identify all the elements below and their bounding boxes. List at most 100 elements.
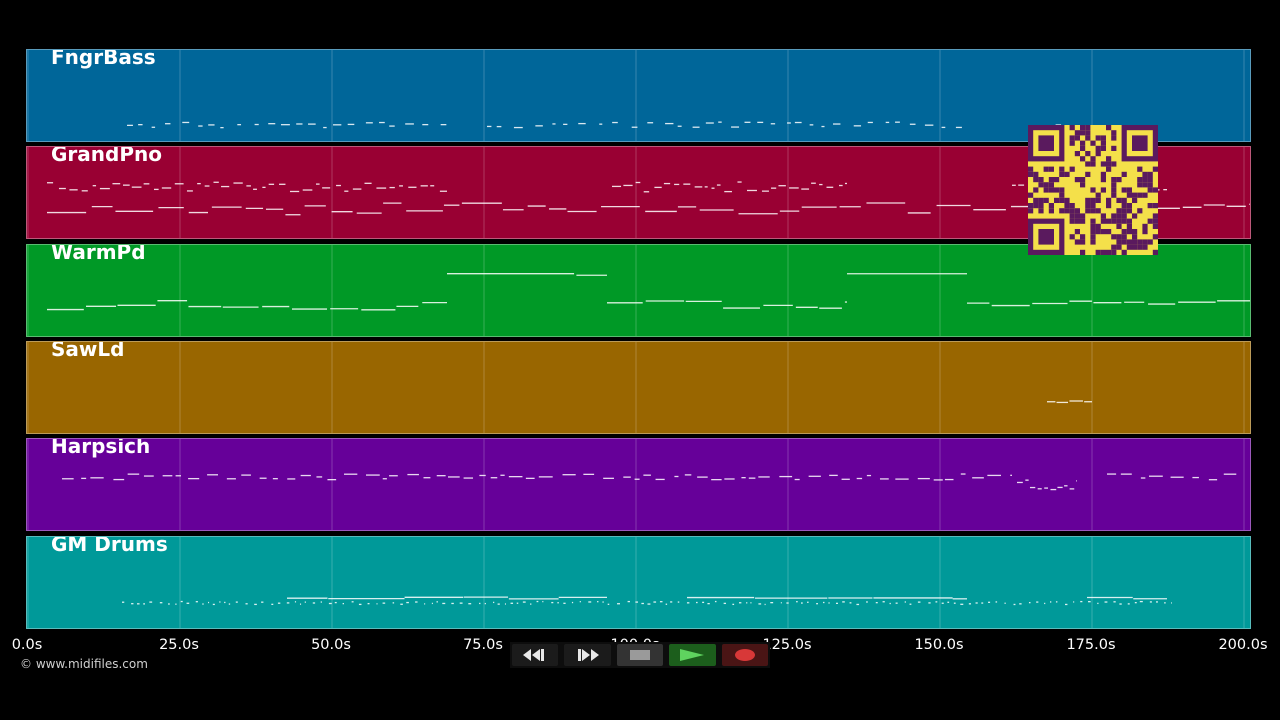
qr-module [1121, 249, 1127, 255]
qr-module [1090, 187, 1096, 193]
qr-module [1059, 187, 1065, 193]
qr-module [1111, 135, 1117, 141]
qr-module [1080, 218, 1086, 224]
qr-module [1106, 125, 1112, 131]
qr-module [1085, 203, 1091, 209]
track-label: SawLd [51, 341, 125, 361]
qr-module [1132, 229, 1138, 235]
qr-module [1106, 161, 1112, 167]
qr-module [1126, 229, 1132, 235]
qr-module [1106, 166, 1112, 172]
qr-module [1054, 177, 1060, 183]
time-tick-label: 200.0s [1218, 637, 1268, 653]
qr-module [1106, 229, 1112, 235]
qr-module [1038, 182, 1044, 188]
qr-module [1142, 239, 1148, 245]
qr-module [1121, 171, 1127, 177]
qr-module [1074, 151, 1080, 157]
qr-module [1064, 171, 1070, 177]
qr-module [1028, 192, 1034, 198]
qr-code[interactable] [1028, 125, 1158, 255]
qr-module [1074, 239, 1080, 245]
qr-module [1054, 187, 1060, 193]
qr-module [1142, 192, 1148, 198]
rewind-button[interactable] [512, 644, 559, 666]
record-button[interactable] [721, 644, 769, 666]
qr-module [1147, 182, 1153, 188]
qr-module [1043, 182, 1049, 188]
qr-module [1059, 171, 1065, 177]
qr-module [1100, 171, 1106, 177]
qr-module [1132, 239, 1138, 245]
qr-module [1085, 125, 1091, 131]
qr-module [1100, 161, 1106, 167]
qr-module [1033, 197, 1039, 203]
qr-module [1038, 229, 1054, 245]
track-sawld: SawLd [26, 341, 1251, 434]
qr-module [1152, 218, 1158, 224]
time-tick-label: 50.0s [311, 637, 351, 653]
qr-module [1085, 171, 1091, 177]
qr-module [1069, 203, 1075, 209]
qr-module [1111, 213, 1117, 219]
time-tick-label: 0.0s [11, 637, 43, 653]
qr-module [1095, 197, 1101, 203]
qr-module [1111, 145, 1117, 151]
fast-forward-button[interactable] [564, 644, 611, 666]
qr-module [1095, 135, 1101, 141]
qr-module [1038, 177, 1044, 183]
fast-forward-icon [577, 649, 599, 661]
qr-module [1090, 223, 1096, 229]
qr-module [1152, 187, 1158, 193]
qr-module [1074, 208, 1080, 214]
qr-module [1147, 177, 1153, 183]
qr-module [1100, 177, 1106, 183]
qr-module [1085, 161, 1091, 167]
qr-module [1116, 197, 1122, 203]
qr-module [1095, 192, 1101, 198]
qr-module [1080, 156, 1086, 162]
qr-module [1095, 229, 1101, 235]
qr-module [1121, 197, 1127, 203]
qr-module [1100, 249, 1106, 255]
time-tick-label: 150.0s [914, 637, 964, 653]
qr-module [1137, 208, 1143, 214]
track-label: FngrBass [51, 49, 156, 69]
qr-module [1121, 213, 1127, 219]
stop-button[interactable] [616, 644, 664, 666]
track-gm-drums: GM Drums [26, 536, 1251, 629]
qr-module [1116, 244, 1122, 250]
note-lane [122, 596, 1172, 606]
qr-module [1106, 203, 1112, 209]
qr-module [1111, 244, 1117, 250]
qr-module [1043, 187, 1049, 193]
qr-module [1074, 229, 1080, 235]
qr-module [1126, 239, 1132, 245]
qr-module [1074, 218, 1080, 224]
qr-module [1121, 208, 1127, 214]
qr-module [1106, 249, 1112, 255]
time-tick-label: 175.0s [1066, 637, 1116, 653]
qr-module [1069, 135, 1075, 141]
qr-module [1152, 223, 1158, 229]
qr-module [1111, 249, 1117, 255]
qr-module [1095, 208, 1101, 214]
qr-module [1033, 177, 1039, 183]
qr-module [1137, 239, 1143, 245]
qr-module [1142, 223, 1148, 229]
qr-module [1100, 145, 1106, 151]
qr-module [1111, 218, 1117, 224]
qr-module [1028, 166, 1034, 172]
qr-module [1069, 125, 1075, 131]
qr-module [1116, 213, 1122, 219]
qr-module [1111, 187, 1117, 193]
qr-module [1085, 151, 1091, 157]
qr-module [1100, 140, 1106, 146]
play-button[interactable] [669, 644, 716, 666]
qr-module [1090, 203, 1096, 209]
qr-module [1043, 197, 1049, 203]
qr-module [1090, 208, 1096, 214]
qr-module [1038, 197, 1044, 203]
qr-module [1152, 249, 1158, 255]
qr-module [1069, 166, 1075, 172]
